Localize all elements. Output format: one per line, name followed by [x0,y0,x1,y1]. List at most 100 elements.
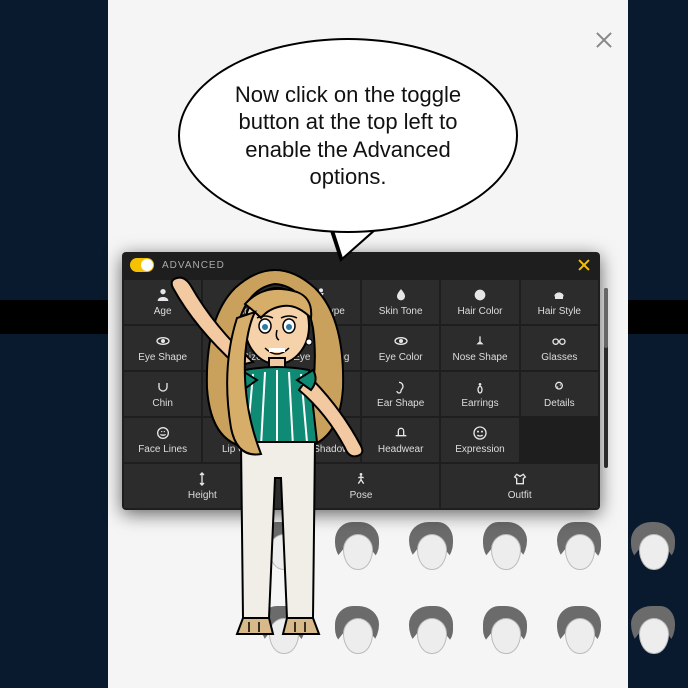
check-icon: ✓ [293,600,311,618]
advanced-option-lips[interactable]: Lips [283,372,360,416]
circle-icon [471,287,489,303]
advanced-option-label: Lips [310,398,332,409]
glasses-icon [550,333,568,349]
advanced-option-label: Eye Size [220,352,263,363]
advanced-option-label: Face Lines [136,444,189,455]
people-icon [233,287,251,303]
shirt-icon [511,471,529,487]
advanced-option-hair-style[interactable]: Hair Style [521,280,598,324]
advanced-option-label: Age [152,306,174,317]
chin-icon [154,379,172,395]
hairstyle-option[interactable] [248,510,318,590]
speech-bubble: Now click on the toggle button at the to… [178,38,518,233]
advanced-option-label: Headwear [376,444,426,455]
eye-icon [154,333,172,349]
advanced-option-eye-size[interactable]: Eye Size [203,326,280,370]
hairstyle-option[interactable] [618,510,688,590]
advanced-option-label: Eye Spacing [291,352,351,363]
close-icon[interactable] [594,30,614,50]
hair-icon [550,287,568,303]
advanced-close-icon[interactable] [576,257,592,273]
eyecolor-icon [392,333,410,349]
eyesize-icon [233,333,251,349]
advanced-option-label: Body Type [296,306,347,317]
advanced-option-eye-shadow[interactable]: Eye Shadow [283,418,360,462]
advanced-title: ADVANCED [162,260,225,271]
advanced-option-details[interactable]: Details [521,372,598,416]
advanced-option-age[interactable]: Age [124,280,201,324]
lipshape-icon [233,379,251,395]
facelines-icon [154,425,172,441]
advanced-option-label: Hair Style [536,306,583,317]
advanced-option-height[interactable]: Height [124,464,281,508]
ear-icon [392,379,410,395]
advanced-option-label: Pose [348,490,375,501]
advanced-option-label: Earrings [459,398,500,409]
advanced-option-label: Nose Shape [450,352,509,363]
advanced-option-label: Details [542,398,577,409]
hairstyle-option[interactable] [470,510,540,590]
advanced-option-label: Lip Color [220,444,264,455]
eyespacing-icon [312,333,330,349]
advanced-option-label: Expression [453,444,506,455]
advanced-option-nose-shape[interactable]: Nose Shape [441,326,518,370]
advanced-option-label: Chin [150,398,175,409]
advanced-option-chin[interactable]: Chin [124,372,201,416]
hairstyle-option[interactable] [544,510,614,590]
advanced-option-expression[interactable]: Expression [441,418,518,462]
advanced-option-eye-spacing[interactable]: Eye Spacing [283,326,360,370]
advanced-option-glasses[interactable]: Glasses [521,326,598,370]
advanced-option-eye-color[interactable]: Eye Color [362,326,439,370]
details-icon [550,379,568,395]
advanced-option-label: Gender [223,306,260,317]
hairstyle-option[interactable] [396,510,466,590]
hairstyle-option[interactable] [396,594,466,674]
drop-icon [392,287,410,303]
hairstyle-option[interactable]: ✓ [248,594,318,674]
advanced-option-label: Eye Shape [136,352,189,363]
hairstyle-grid: ✓ [248,510,688,674]
advanced-option-hair-color[interactable]: Hair Color [441,280,518,324]
hairstyle-option[interactable] [470,594,540,674]
hat-icon [392,425,410,441]
advanced-option-eye-shape[interactable]: Eye Shape [124,326,201,370]
speech-text: Now click on the toggle button at the to… [216,81,480,191]
eyeshadow-icon [312,425,330,441]
advanced-option-face-lines[interactable]: Face Lines [124,418,201,462]
advanced-option-label: Ear Shape [375,398,426,409]
earrings-icon [471,379,489,395]
advanced-option-ear-shape[interactable]: Ear Shape [362,372,439,416]
height-icon [193,471,211,487]
body-icon [312,287,330,303]
advanced-option-headwear[interactable]: Headwear [362,418,439,462]
advanced-option-gender[interactable]: Gender [203,280,280,324]
advanced-option-label: Height [186,490,219,501]
advanced-option-body-type[interactable]: Body Type [283,280,360,324]
hairstyle-option[interactable] [322,594,392,674]
advanced-option-label: Skin Tone [377,306,425,317]
advanced-option-lip-color[interactable]: Lip Color [203,418,280,462]
lipcolor-icon [233,425,251,441]
advanced-panel: ADVANCED Age Gender Body Type Skin Tone Hair… [122,252,600,510]
pose-icon [352,471,370,487]
advanced-option-pose[interactable]: Pose [283,464,440,508]
advanced-toggle[interactable] [130,258,154,272]
lips-icon [312,379,330,395]
advanced-option-lip-shape[interactable]: Lip Shape [203,372,280,416]
advanced-option-label: Eye Shadow [291,444,351,455]
advanced-grid: Age Gender Body Type Skin Tone Hair Color Hai… [122,278,600,510]
advanced-option-skin-tone[interactable]: Skin Tone [362,280,439,324]
advanced-option-label: Outfit [506,490,534,501]
scrollbar[interactable] [604,288,608,468]
nose-icon [471,333,489,349]
advanced-option-outfit[interactable]: Outfit [441,464,598,508]
hairstyle-option[interactable] [322,510,392,590]
person-icon [154,287,172,303]
advanced-option-label: Glasses [539,352,579,363]
advanced-option-label: Lip Shape [217,398,266,409]
advanced-option-earrings[interactable]: Earrings [441,372,518,416]
smiley-icon [471,425,489,441]
hairstyle-option[interactable] [544,594,614,674]
hairstyle-option[interactable] [618,594,688,674]
advanced-option-label: Hair Color [455,306,504,317]
